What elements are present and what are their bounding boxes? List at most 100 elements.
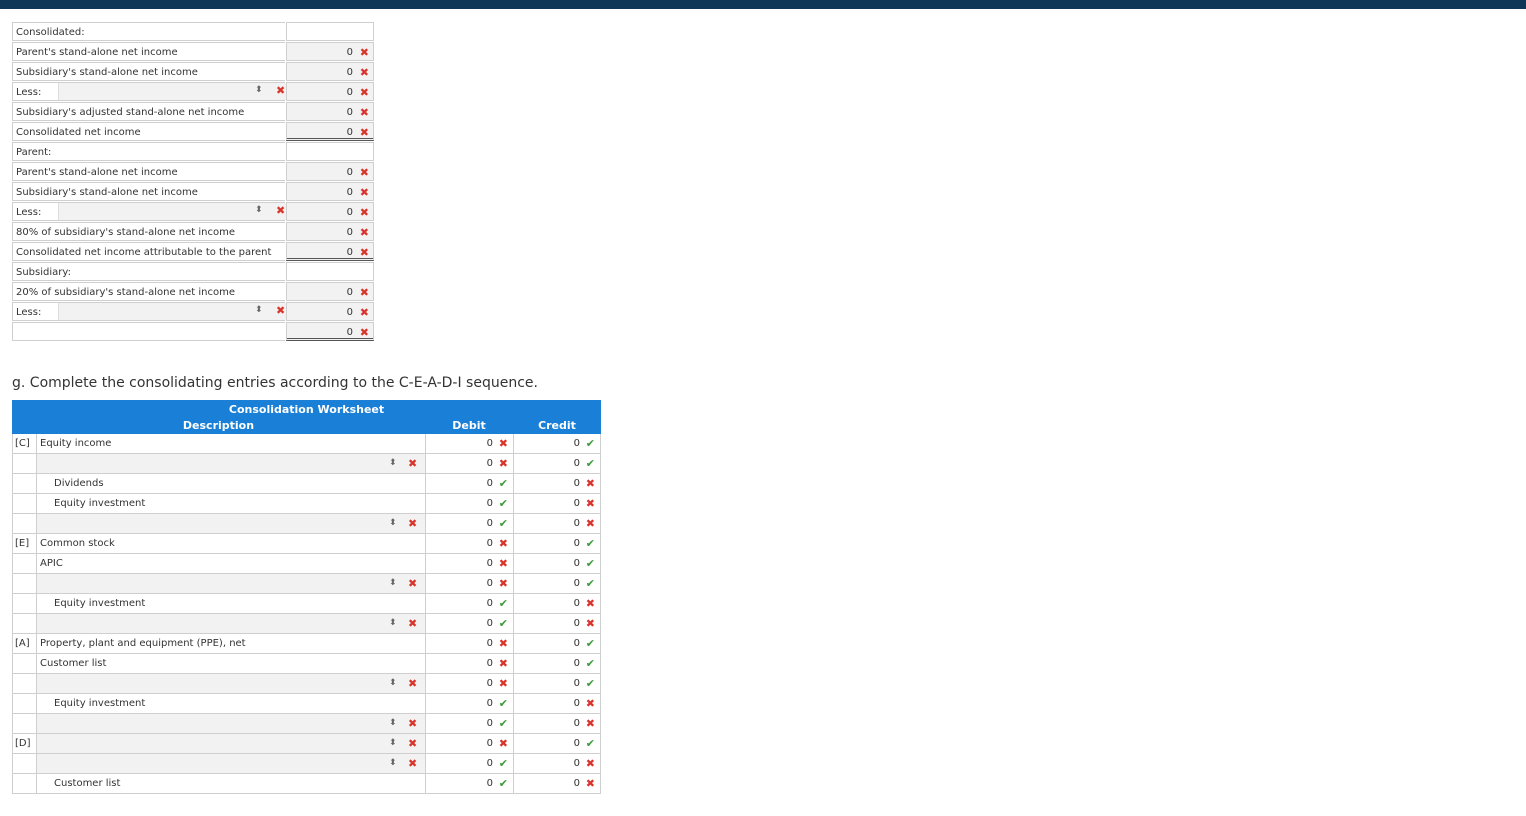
debit-input[interactable]: 0 ✔	[425, 774, 513, 794]
debit-input[interactable]: 0 ✖	[425, 534, 513, 554]
debit-input[interactable]: 0 ✔	[425, 514, 513, 534]
credit-input[interactable]: 0 ✔	[513, 574, 601, 594]
amount-input[interactable]: 0 ✖	[286, 62, 374, 81]
credit-input[interactable]: 0 ✖	[513, 754, 601, 774]
table-row: Subsidiary's stand-alone net income 0 ✖	[12, 182, 374, 202]
credit-value: 0	[573, 498, 580, 509]
amount-value: 0	[346, 227, 353, 238]
amount-input[interactable]: 0 ✖	[286, 222, 374, 241]
account-dropdown[interactable]: ⬍ ✖	[36, 514, 425, 534]
updown-arrows-icon[interactable]: ⬍	[389, 754, 397, 773]
debit-input[interactable]: 0 ✔	[425, 474, 513, 494]
updown-arrows-icon[interactable]: ⬍	[389, 574, 397, 593]
account-dropdown[interactable]: ⬍ ✖	[36, 734, 425, 754]
amount-input[interactable]: 0 ✖	[286, 282, 374, 301]
x-mark-icon: ✖	[498, 537, 508, 550]
x-mark-icon: ✖	[359, 226, 369, 239]
entry-tag	[12, 514, 36, 534]
debit-input[interactable]: 0 ✖	[425, 554, 513, 574]
updown-arrows-icon[interactable]: ⬍	[389, 614, 397, 633]
worksheet-title: Consolidation Worksheet	[228, 403, 385, 416]
amount-input[interactable]: 0 ✖	[286, 102, 374, 121]
amount-value: 0	[346, 247, 353, 258]
account-label: Common stock	[36, 534, 425, 554]
credit-input[interactable]: 0 ✔	[513, 434, 601, 454]
debit-input[interactable]: 0 ✖	[425, 434, 513, 454]
amount-input[interactable]: 0 ✖	[286, 182, 374, 201]
debit-input[interactable]: 0 ✖	[425, 574, 513, 594]
amount-input[interactable]: 0 ✖	[286, 122, 374, 141]
credit-input[interactable]: 0 ✖	[513, 694, 601, 714]
check-mark-icon: ✔	[585, 637, 595, 650]
amount-cell	[286, 142, 374, 161]
credit-input[interactable]: 0 ✔	[513, 454, 601, 474]
row-label	[12, 322, 285, 341]
credit-value: 0	[573, 478, 580, 489]
amount-input[interactable]: 0 ✖	[286, 202, 374, 221]
credit-input[interactable]: 0 ✖	[513, 494, 601, 514]
x-mark-icon: ✖	[408, 517, 418, 530]
debit-input[interactable]: 0 ✔	[425, 694, 513, 714]
updown-arrows-icon[interactable]: ⬍	[255, 305, 263, 315]
debit-input[interactable]: 0 ✔	[425, 494, 513, 514]
credit-input[interactable]: 0 ✖	[513, 514, 601, 534]
debit-input[interactable]: 0 ✖	[425, 634, 513, 654]
account-dropdown[interactable]: ⬍ ✖	[36, 614, 425, 634]
x-mark-icon: ✖	[408, 457, 418, 470]
x-mark-icon: ✖	[585, 617, 595, 630]
account-dropdown[interactable]: ⬍ ✖	[36, 754, 425, 774]
credit-input[interactable]: 0 ✖	[513, 774, 601, 794]
amount-input[interactable]: 0 ✖	[286, 162, 374, 181]
updown-arrows-icon[interactable]: ⬍	[389, 674, 397, 693]
credit-input[interactable]: 0 ✖	[513, 714, 601, 734]
account-dropdown[interactable]: ⬍ ✖	[36, 674, 425, 694]
credit-input[interactable]: 0 ✖	[513, 594, 601, 614]
credit-input[interactable]: 0 ✔	[513, 534, 601, 554]
credit-input[interactable]: 0 ✖	[513, 474, 601, 494]
updown-arrows-icon[interactable]: ⬍	[389, 734, 397, 753]
debit-input[interactable]: 0 ✔	[425, 714, 513, 734]
amount-input[interactable]: 0 ✖	[286, 42, 374, 61]
worksheet-row: ⬍ ✖ 0 ✖ 0 ✔	[12, 674, 601, 694]
worksheet-body: [C] Equity income 0 ✖ 0 ✔ ⬍ ✖ 0 ✖ 0 ✔ Dividends 0 ✔ 0 ✖ E…	[12, 434, 601, 794]
amount-input[interactable]: 0 ✖	[286, 242, 374, 261]
entry-tag	[12, 594, 36, 614]
account-dropdown[interactable]: ⬍ ✖	[36, 454, 425, 474]
debit-input[interactable]: 0 ✔	[425, 594, 513, 614]
credit-value: 0	[573, 698, 580, 709]
debit-input[interactable]: 0 ✖	[425, 654, 513, 674]
debit-input[interactable]: 0 ✔	[425, 614, 513, 634]
debit-input[interactable]: 0 ✔	[425, 754, 513, 774]
credit-input[interactable]: 0 ✔	[513, 634, 601, 654]
updown-arrows-icon[interactable]: ⬍	[389, 714, 397, 733]
credit-input[interactable]: 0 ✔	[513, 654, 601, 674]
amount-input[interactable]: 0 ✖	[286, 302, 374, 321]
x-mark-icon: ✖	[585, 697, 595, 710]
debit-input[interactable]: 0 ✖	[425, 674, 513, 694]
worksheet-row: ⬍ ✖ 0 ✖ 0 ✔	[12, 454, 601, 474]
credit-input[interactable]: 0 ✔	[513, 554, 601, 574]
debit-input[interactable]: 0 ✖	[425, 734, 513, 754]
updown-arrows-icon[interactable]: ⬍	[389, 454, 397, 473]
credit-input[interactable]: 0 ✔	[513, 734, 601, 754]
worksheet-row: [E] Common stock 0 ✖ 0 ✔	[12, 534, 601, 554]
amount-input[interactable]: 0 ✖	[286, 322, 374, 341]
updown-arrows-icon[interactable]: ⬍	[389, 514, 397, 533]
amount-value: 0	[346, 307, 353, 318]
column-header-debit: Debit	[452, 419, 486, 432]
amount-input[interactable]: 0 ✖	[286, 82, 374, 101]
account-label: Equity investment	[36, 494, 425, 514]
account-dropdown[interactable]: ⬍ ✖	[36, 714, 425, 734]
debit-input[interactable]: 0 ✖	[425, 454, 513, 474]
credit-input[interactable]: 0 ✖	[513, 614, 601, 634]
credit-value: 0	[573, 578, 580, 589]
updown-arrows-icon[interactable]: ⬍	[255, 205, 263, 215]
credit-input[interactable]: 0 ✔	[513, 674, 601, 694]
worksheet-row: [C] Equity income 0 ✖ 0 ✔	[12, 434, 601, 454]
account-dropdown[interactable]: ⬍ ✖	[36, 574, 425, 594]
entry-tag: [C]	[12, 434, 36, 454]
credit-value: 0	[573, 638, 580, 649]
updown-arrows-icon[interactable]: ⬍	[255, 85, 263, 95]
x-mark-icon: ✖	[585, 477, 595, 490]
check-mark-icon: ✔	[585, 457, 595, 470]
